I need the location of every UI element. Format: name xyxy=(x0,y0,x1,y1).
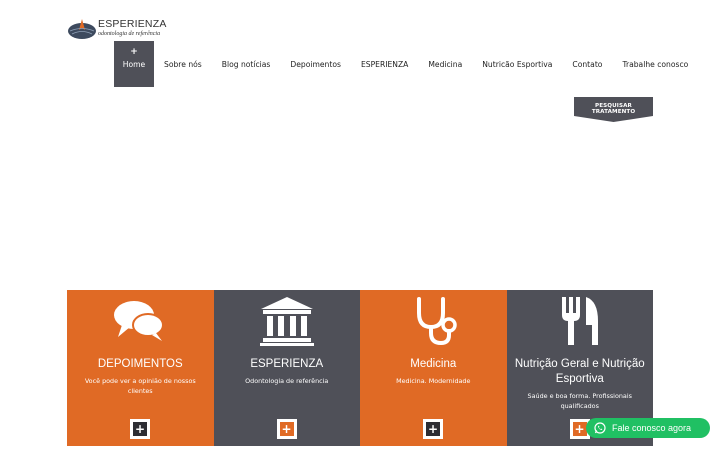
card-title: Medicina xyxy=(410,358,457,370)
logo-shell-icon xyxy=(68,19,96,39)
active-plus-icon: + xyxy=(130,47,138,57)
nav-item-label: Trabalhe conosco xyxy=(622,59,689,69)
nav-item-esperienza[interactable]: ESPERIENZA xyxy=(351,41,418,87)
feature-cards: DEPOIMENTOS Você pode ver a opinião de n… xyxy=(67,290,653,446)
nav-item-label: ESPERIENZA xyxy=(360,59,409,69)
logo-name: ESPERIENZA xyxy=(98,18,167,31)
card-description: Medicina. Modernidade xyxy=(396,377,471,385)
search-button-label: PESQUISAR TRATAMENTO xyxy=(591,103,636,115)
building-columns-icon xyxy=(259,297,314,346)
card-more-button[interactable]: + xyxy=(276,419,297,439)
nav-item-depoimentos[interactable]: Depoimentos xyxy=(280,41,351,87)
nav-item-label: Sobre nós xyxy=(164,59,202,69)
nav-item-trabalhe[interactable]: Trabalhe conosco xyxy=(612,41,698,87)
plus-icon: + xyxy=(279,422,294,436)
nav-item-label: Contato xyxy=(572,59,603,69)
nav-item-label: Medicina xyxy=(428,59,463,69)
card-more-button[interactable]: + xyxy=(130,419,150,439)
plus-icon: + xyxy=(572,422,587,436)
fork-knife-icon xyxy=(561,297,598,345)
main-nav: + Home Sobre nós Blog notícias Depoiment… xyxy=(114,41,698,87)
card-description: Saúde e boa forma. Profissionais qualifi… xyxy=(527,392,632,410)
card-esperienza: ESPERIENZA Odontologia de referência + xyxy=(213,290,360,446)
plus-icon: + xyxy=(133,422,147,436)
plus-icon: + xyxy=(426,422,440,436)
nav-item-blog[interactable]: Blog notícias xyxy=(212,41,281,87)
nav-item-nutricao[interactable]: Nutricão Esportiva xyxy=(472,41,562,87)
nav-item-home[interactable]: + Home xyxy=(114,41,154,87)
card-description: Você pode ver a opinião de nossos client… xyxy=(84,377,196,395)
speech-bubbles-icon xyxy=(114,301,165,341)
stethoscope-icon xyxy=(417,297,457,346)
logo-tagline: odontologia de referência xyxy=(98,30,161,37)
card-depoimentos: DEPOIMENTOS Você pode ver a opinião de n… xyxy=(67,290,214,446)
card-title: Nutrição Geral e Nutrição Esportiva xyxy=(514,358,645,385)
site-logo[interactable]: ESPERIENZA odontologia de referência xyxy=(67,15,167,41)
nav-item-medicina[interactable]: Medicina xyxy=(418,41,472,87)
nav-item-contato[interactable]: Contato xyxy=(562,41,612,87)
nav-item-sobre-nos[interactable]: Sobre nós xyxy=(154,41,212,87)
whatsapp-label: Fale conosco agora xyxy=(612,423,692,433)
card-title: DEPOIMENTOS xyxy=(97,358,183,370)
card-more-button[interactable]: + xyxy=(423,419,443,439)
nav-item-label: Depoimentos xyxy=(290,59,341,69)
nav-item-label: Blog notícias xyxy=(221,59,271,69)
card-medicina: Medicina Medicina. Modernidade + xyxy=(360,290,507,446)
whatsapp-contact-button[interactable]: Fale conosco agora xyxy=(586,418,710,438)
nav-item-label: Home xyxy=(122,59,146,69)
card-description: Odontologia de referência xyxy=(245,377,329,385)
search-treatment-button[interactable]: PESQUISAR TRATAMENTO xyxy=(574,97,653,122)
nav-item-label: Nutricão Esportiva xyxy=(482,59,553,69)
whatsapp-icon xyxy=(594,422,606,434)
card-title: ESPERIENZA xyxy=(250,358,324,370)
